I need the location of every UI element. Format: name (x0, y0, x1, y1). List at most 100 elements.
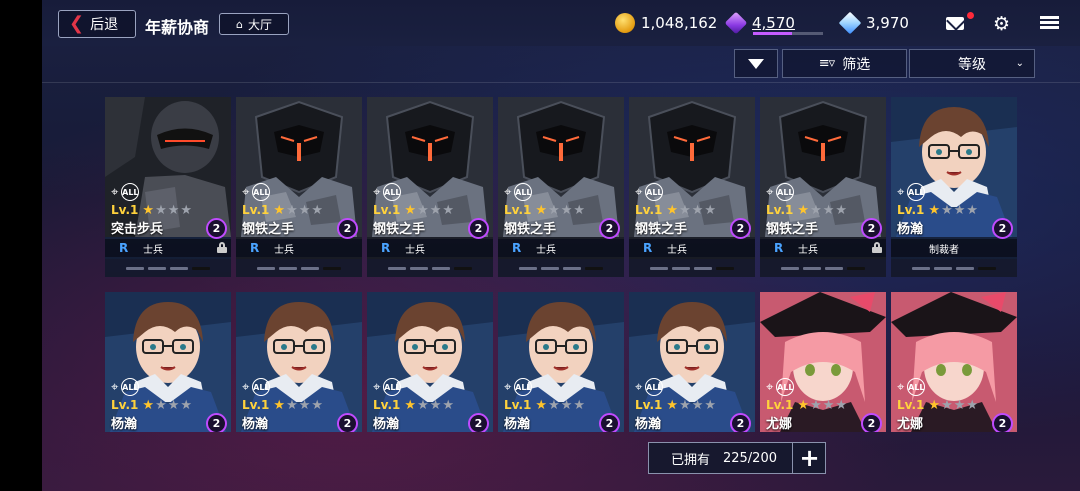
character-card[interactable]: ⌖ ALL Lv.1 ★ ★ ★ ★ 钢铁之手 2 R 士兵 (629, 97, 755, 277)
top-bar: ❮ 后退 年薪协商 ⌂ 大厅 1,048,162 4,570 3,970 ⚙ (42, 0, 1080, 46)
character-card[interactable]: ⌖ ALL Lv.1 ★ ★ ★ ★ 杨瀚 2 (105, 292, 231, 432)
sort-label: 等级 (958, 56, 986, 73)
character-card[interactable]: ⌖ ALL Lv.1 ★ ★ ★ ★ 钢铁之手 2 R 士兵 (760, 97, 886, 277)
rank-badge: 2 (468, 413, 489, 432)
star-icon: ★ (417, 397, 429, 413)
character-card[interactable]: ⌖ ALL Lv.1 ★ ★ ★ ★ 杨瀚 2 制裁者 (891, 97, 1017, 277)
rank-badge: 2 (599, 218, 620, 239)
expand-capacity-button[interactable]: + (792, 442, 826, 474)
character-card[interactable]: ⌖ ALL Lv.1 ★ ★ ★ ★ 钢铁之手 2 R 士兵 (367, 97, 493, 277)
gold-amount: 1,048,162 (641, 14, 718, 32)
weapon-row: ⌖ ALL (111, 378, 140, 396)
filter-button[interactable]: ≡▿ 筛选 (782, 49, 907, 78)
character-card[interactable]: ⌖ ALL Lv.1 ★ ★ ★ ★ 杨瀚 2 (629, 292, 755, 432)
star-icon: ★ (560, 202, 573, 218)
role-label: 士兵 (798, 244, 818, 256)
lobby-button[interactable]: ⌂ 大厅 (219, 13, 289, 35)
slot-indicator (891, 259, 1017, 277)
star-rating: ★ ★ ★ ★ (142, 204, 192, 217)
rank-badge: 2 (468, 218, 489, 239)
gear-icon[interactable]: ⚙ (993, 14, 1015, 34)
star-icon: ★ (822, 202, 835, 218)
role-label: 士兵 (405, 244, 425, 256)
character-card[interactable]: ⌖ ALL Lv.1 ★ ★ ★ ★ 尤娜 2 (760, 292, 886, 432)
star-icon: ★ (810, 397, 822, 413)
all-terrain-icon: ALL (383, 378, 402, 396)
role-strip: R 士兵 (105, 239, 231, 257)
sort-dropdown[interactable]: 等级 ⌄ (909, 49, 1035, 78)
star-rating: ★ ★ ★ ★ (797, 204, 847, 217)
star-icon: ★ (298, 397, 311, 413)
menu-icon[interactable] (1040, 14, 1062, 34)
rifle-icon: ⌖ (766, 184, 774, 200)
character-card[interactable]: ⌖ ALL Lv.1 ★ ★ ★ ★ 尤娜 2 (891, 292, 1017, 432)
role-strip: R 士兵 (760, 239, 886, 257)
back-button[interactable]: ❮ 后退 (58, 10, 136, 38)
star-rating: ★ ★ ★ ★ (928, 399, 978, 412)
rifle-icon: ⌖ (897, 379, 905, 395)
star-icon: ★ (142, 202, 155, 218)
character-card[interactable]: ⌖ ALL Lv.1 ★ ★ ★ ★ 杨瀚 2 (498, 292, 624, 432)
slot-indicator (236, 259, 362, 277)
character-name: 钢铁之手 (242, 222, 295, 237)
gem-currency[interactable]: 4,570 (724, 11, 795, 35)
character-card[interactable]: ⌖ ALL Lv.1 ★ ★ ★ ★ 杨瀚 2 (236, 292, 362, 432)
rifle-icon: ⌖ (897, 184, 905, 200)
character-name: 尤娜 (897, 417, 924, 432)
star-icon: ★ (679, 397, 691, 413)
page-title: 年薪协商 (145, 18, 210, 37)
gold-currency[interactable]: 1,048,162 (615, 13, 717, 33)
weapon-row: ⌖ ALL (373, 378, 402, 396)
star-icon: ★ (797, 202, 810, 218)
rarity-letter: R (250, 241, 260, 255)
mail-icon[interactable] (946, 12, 974, 34)
lobby-label: 大厅 (247, 17, 272, 32)
star-icon: ★ (666, 397, 679, 413)
rarity-letter: R (643, 241, 653, 255)
star-rating: ★ ★ ★ ★ (535, 399, 585, 412)
star-icon: ★ (142, 397, 155, 413)
order-toggle-button[interactable] (734, 49, 778, 78)
lock-icon[interactable] (872, 242, 882, 253)
character-card[interactable]: ⌖ ALL Lv.1 ★ ★ ★ ★ 钢铁之手 2 R 士兵 (236, 97, 362, 277)
triangle-down-icon (748, 58, 764, 69)
star-icon: ★ (953, 397, 966, 413)
role-label: 士兵 (274, 244, 294, 256)
star-icon: ★ (679, 202, 691, 218)
star-icon: ★ (167, 202, 180, 218)
rank-badge: 2 (206, 218, 227, 239)
star-icon: ★ (404, 397, 417, 413)
level-row: Lv.1 ★ ★ ★ ★ (635, 203, 716, 217)
level-text: Lv.1 (766, 398, 794, 412)
level-text: Lv.1 (111, 398, 139, 412)
character-name: 钢铁之手 (504, 222, 557, 237)
character-name: 突击步兵 (111, 222, 164, 237)
character-card[interactable]: ⌖ ALL Lv.1 ★ ★ ★ ★ 杨瀚 2 (367, 292, 493, 432)
role-label: 制裁者 (929, 244, 959, 256)
all-terrain-icon: ALL (514, 378, 533, 396)
weapon-row: ⌖ ALL (897, 183, 926, 201)
role-strip: R 士兵 (236, 239, 362, 257)
chevron-down-icon: ⌄ (1015, 58, 1024, 69)
level-text: Lv.1 (373, 203, 401, 217)
rifle-icon: ⌖ (504, 379, 512, 395)
character-card[interactable]: ⌖ ALL Lv.1 ★ ★ ★ ★ 钢铁之手 2 R 士兵 (498, 97, 624, 277)
diamond-currency[interactable]: 3,970 (838, 11, 909, 35)
lock-icon[interactable] (217, 242, 227, 253)
rifle-icon: ⌖ (111, 379, 119, 395)
star-icon: ★ (691, 202, 704, 218)
gold-coin-icon (615, 13, 635, 33)
slot-indicator (760, 259, 886, 277)
level-text: Lv.1 (635, 398, 663, 412)
weapon-row: ⌖ ALL (504, 378, 533, 396)
star-icon: ★ (167, 397, 180, 413)
character-name: 杨瀚 (635, 417, 662, 432)
star-rating: ★ ★ ★ ★ (535, 204, 585, 217)
rarity-letter: R (774, 241, 784, 255)
rank-badge: 2 (730, 413, 751, 432)
back-label: 后退 (90, 17, 119, 33)
rifle-icon: ⌖ (504, 184, 512, 200)
all-terrain-icon: ALL (645, 378, 664, 396)
character-card[interactable]: ⌖ ALL Lv.1 ★ ★ ★ ★ 突击步兵 2 R 士兵 (105, 97, 231, 277)
rank-badge: 2 (992, 218, 1013, 239)
